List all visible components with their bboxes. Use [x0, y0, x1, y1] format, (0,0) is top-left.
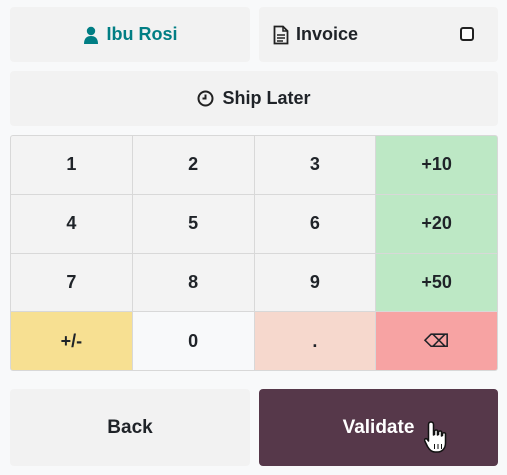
hand-pointer-cursor-icon — [424, 421, 447, 453]
numpad-key-plus-50[interactable]: +50 — [376, 253, 497, 312]
numpad-key-decimal[interactable]: . — [254, 312, 376, 370]
numpad-key-9[interactable]: 9 — [254, 253, 376, 312]
clock-icon — [197, 90, 214, 107]
validate-button[interactable]: Validate — [259, 389, 498, 466]
numpad-key-0[interactable]: 0 — [132, 312, 254, 370]
numpad-key-7[interactable]: 7 — [11, 253, 132, 312]
numpad: 1 2 3 +10 4 5 6 +20 7 8 9 +50 +/- 0 . ⌫ — [10, 135, 498, 371]
user-icon — [83, 26, 99, 44]
numpad-key-2[interactable]: 2 — [132, 136, 254, 194]
invoice-toggle[interactable]: Invoice — [259, 7, 498, 62]
numpad-key-backspace[interactable]: ⌫ — [376, 312, 497, 370]
customer-button[interactable]: Ibu Rosi — [10, 7, 250, 62]
numpad-key-1[interactable]: 1 — [11, 136, 132, 194]
numpad-key-6[interactable]: 6 — [254, 194, 376, 253]
numpad-key-5[interactable]: 5 — [132, 194, 254, 253]
numpad-key-4[interactable]: 4 — [11, 194, 132, 253]
numpad-key-3[interactable]: 3 — [254, 136, 376, 194]
back-button[interactable]: Back — [10, 389, 250, 466]
customer-name: Ibu Rosi — [106, 24, 178, 44]
ship-later-label: Ship Later — [222, 88, 311, 108]
invoice-label: Invoice — [296, 24, 359, 44]
ship-later-button[interactable]: Ship Later — [10, 71, 498, 126]
numpad-key-plus-20[interactable]: +20 — [376, 194, 497, 253]
numpad-key-plus-minus[interactable]: +/- — [11, 312, 132, 370]
numpad-key-8[interactable]: 8 — [132, 253, 254, 312]
numpad-key-plus-10[interactable]: +10 — [376, 136, 497, 194]
document-icon — [273, 25, 289, 45]
invoice-checkbox[interactable] — [460, 27, 474, 41]
